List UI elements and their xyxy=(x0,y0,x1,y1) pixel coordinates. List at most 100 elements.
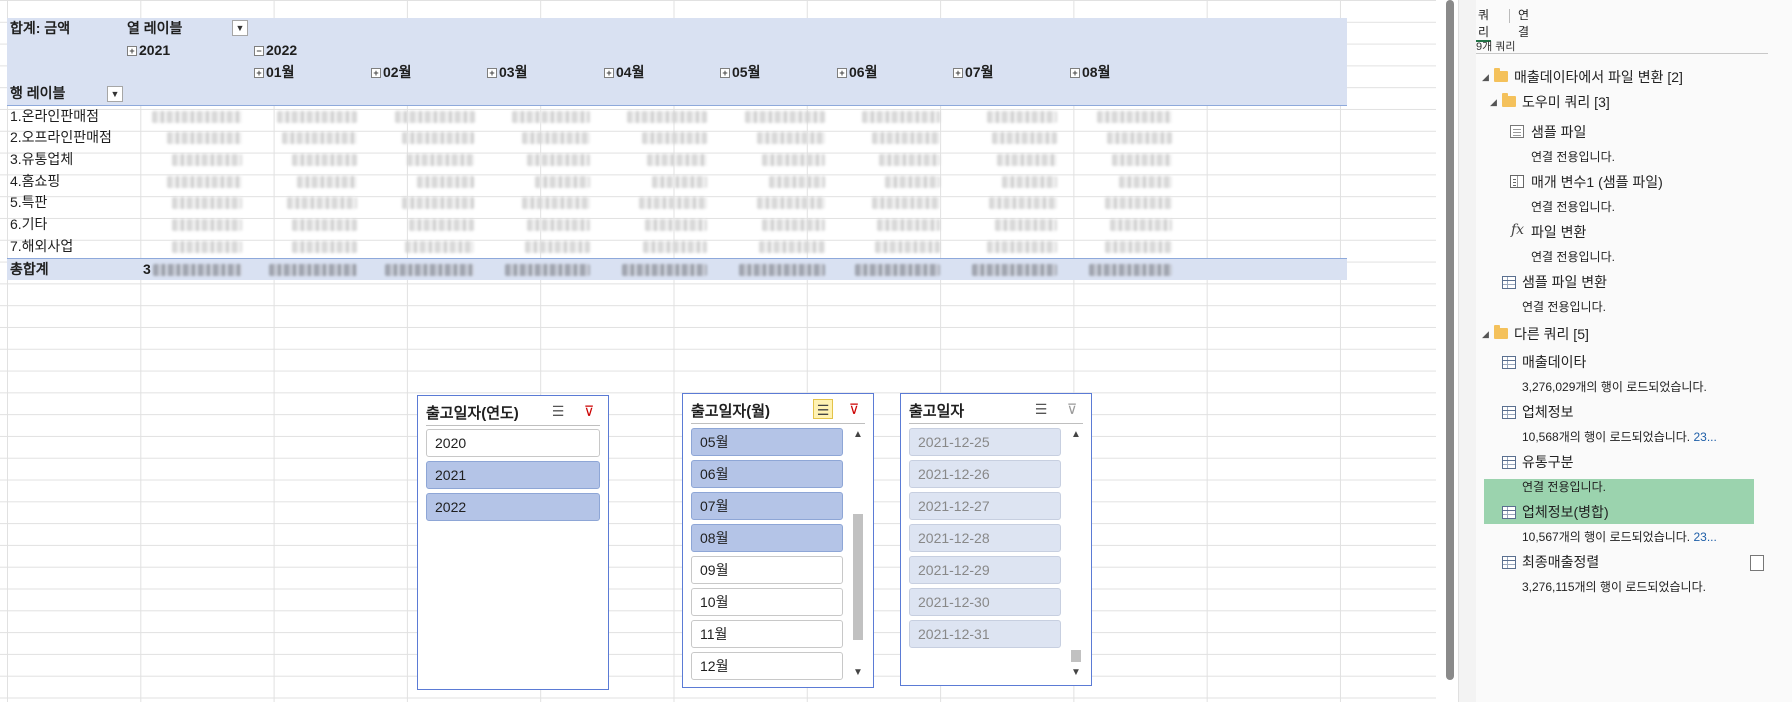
month-header[interactable]: +05월 xyxy=(720,62,760,84)
month-header[interactable]: +04월 xyxy=(604,62,644,84)
clear-filter-icon[interactable]: ⊽ xyxy=(1062,399,1082,419)
table-icon xyxy=(1502,406,1516,419)
slicer-item[interactable]: 2022 xyxy=(426,493,600,521)
slicer-item[interactable]: 2020 xyxy=(426,429,600,457)
row-filter-icon[interactable]: ▼ xyxy=(107,86,123,103)
table-row[interactable]: 3.유통업체 xyxy=(7,149,1347,171)
query-title[interactable]: 샘플 파일 변환 xyxy=(1522,272,1607,292)
slicer-item[interactable]: 08월 xyxy=(691,524,843,552)
month-header[interactable]: +03월 xyxy=(487,62,527,84)
column-filter-icon[interactable]: ▼ xyxy=(232,20,248,36)
expand-icon[interactable]: + xyxy=(837,67,847,78)
query-title[interactable]: 파일 변환 xyxy=(1531,222,1586,242)
expand-icon[interactable]: + xyxy=(371,67,381,78)
query-group-title[interactable]: 매출데이타에서 파일 변환 [2] xyxy=(1514,67,1683,87)
worksheet-grid[interactable]: 합계: 금액 열 레이블 ▼ +2021 −2022 +01월 +02월 +03… xyxy=(0,0,1436,702)
slicer-item[interactable]: 2021-12-31 xyxy=(909,620,1061,648)
column-labels-header: 열 레이블 xyxy=(127,20,183,36)
redacted-value xyxy=(643,240,707,253)
year-2021-header[interactable]: +2021 xyxy=(127,40,170,62)
expand-icon[interactable]: + xyxy=(953,67,963,78)
scroll-thumb[interactable] xyxy=(1071,650,1081,662)
slicer-item[interactable]: 2021-12-29 xyxy=(909,556,1061,584)
slicer-month[interactable]: 출고일자(월) ☰ ⊽ 05월 06월 07월 08월 09월 10월 11월 … xyxy=(682,393,874,688)
query-title[interactable]: 유통구분 xyxy=(1522,452,1574,472)
scroll-thumb[interactable] xyxy=(853,514,863,640)
multi-select-icon[interactable]: ☰ xyxy=(1031,399,1051,419)
slicer-item[interactable]: 2021-12-27 xyxy=(909,492,1061,520)
table-row[interactable]: 2.오프라인판매점 xyxy=(7,127,1347,149)
query-title[interactable]: 최종매출정렬 xyxy=(1522,552,1599,572)
clear-filter-icon[interactable]: ⊽ xyxy=(844,399,864,419)
query-status: 연결 전용입니다. xyxy=(1531,150,1615,164)
scroll-down-icon[interactable]: ▼ xyxy=(851,666,865,680)
month-header[interactable]: +02월 xyxy=(371,62,411,84)
slicer-item[interactable]: 12월 xyxy=(691,652,843,680)
clear-filter-icon[interactable]: ⊽ xyxy=(579,401,599,421)
query-title[interactable]: 업체정보 xyxy=(1522,402,1574,422)
slicer-year[interactable]: 출고일자(연도) ☰ ⊽ 2020 2021 2022 xyxy=(417,395,609,690)
scroll-up-icon[interactable]: ▲ xyxy=(851,428,865,442)
collapse-arrow-icon[interactable]: ◢ xyxy=(1490,97,1497,108)
slicer-item[interactable]: 2021-12-28 xyxy=(909,524,1061,552)
slicer-item[interactable]: 2021-12-25 xyxy=(909,428,1061,456)
table-row[interactable]: 4.홈쇼핑 xyxy=(7,171,1347,193)
slicer-item[interactable]: 05월 xyxy=(691,428,843,456)
query-title[interactable]: 매출데이타 xyxy=(1522,352,1586,372)
multi-select-icon[interactable]: ☰ xyxy=(548,401,568,421)
expand-icon[interactable]: + xyxy=(487,67,497,78)
expand-icon[interactable]: + xyxy=(127,45,137,56)
status-text: 10,568개의 행이 로드되었습니다. xyxy=(1522,430,1691,444)
slicer-item[interactable]: 06월 xyxy=(691,460,843,488)
query-status: 연결 전용입니다. xyxy=(1531,200,1615,214)
slicer-item[interactable]: 09월 xyxy=(691,556,843,584)
slicer-scrollbar[interactable]: ▲ ▼ xyxy=(1069,428,1083,680)
month-header[interactable]: +06월 xyxy=(837,62,877,84)
redacted-value xyxy=(992,131,1057,144)
scroll-up-icon[interactable]: ▲ xyxy=(1069,428,1083,442)
slicer-item[interactable]: 2021-12-30 xyxy=(909,588,1061,616)
expand-icon[interactable]: + xyxy=(604,67,614,78)
collapse-icon[interactable]: − xyxy=(254,45,264,56)
collapse-arrow-icon[interactable]: ◢ xyxy=(1482,72,1489,83)
slicer-item[interactable]: 07월 xyxy=(691,492,843,520)
query-group-title[interactable]: 도우미 쿼리 [3] xyxy=(1522,92,1610,112)
month-header[interactable]: +08월 xyxy=(1070,62,1110,84)
query-status: 10,567개의 행이 로드되었습니다. 23... xyxy=(1522,528,1717,545)
slicer-item[interactable]: 10월 xyxy=(691,588,843,616)
slicer-scrollbar[interactable]: ▲ ▼ xyxy=(851,428,865,680)
table-row[interactable]: 7.해외사업 xyxy=(7,236,1347,258)
month-header[interactable]: +01월 xyxy=(254,62,294,84)
scroll-down-icon[interactable]: ▼ xyxy=(1069,666,1083,680)
expand-icon[interactable]: + xyxy=(254,67,264,78)
year-2022-header[interactable]: −2022 xyxy=(254,40,297,62)
table-row[interactable]: 5.특판 xyxy=(7,192,1347,214)
grand-total-row[interactable]: 총합계 3 xyxy=(7,257,1347,280)
slicer-item[interactable]: 11월 xyxy=(691,620,843,648)
query-group-title[interactable]: 다른 쿼리 [5] xyxy=(1514,324,1589,344)
expand-icon[interactable]: + xyxy=(720,67,730,78)
slicer-item[interactable]: 2021-12-26 xyxy=(909,460,1061,488)
tab-queries[interactable]: 쿼리 xyxy=(1476,6,1492,42)
expand-icon[interactable]: + xyxy=(1070,67,1080,78)
query-title[interactable]: 매개 변수1 (샘플 파일) xyxy=(1531,172,1663,192)
redacted-value xyxy=(739,263,825,276)
pane-splitter[interactable] xyxy=(1458,0,1476,702)
slicer-item[interactable]: 2021 xyxy=(426,461,600,489)
table-row[interactable]: 1.온라인판매점 xyxy=(7,105,1347,127)
query-title[interactable]: 업체정보(병합) xyxy=(1522,502,1609,522)
month-label: 07월 xyxy=(965,63,994,80)
slicer-date[interactable]: 출고일자 ☰ ⊽ 2021-12-25 2021-12-26 2021-12-2… xyxy=(900,393,1092,686)
tab-connections[interactable]: 연결 xyxy=(1516,6,1531,40)
redacted-value xyxy=(395,111,475,124)
pivot-header-row-1: 합계: 금액 열 레이블 ▼ xyxy=(7,18,1347,40)
month-header[interactable]: +07월 xyxy=(953,62,993,84)
table-row[interactable]: 6.기타 xyxy=(7,214,1347,236)
sheet-vertical-scrollbar[interactable] xyxy=(1446,0,1454,680)
multi-select-icon[interactable]: ☰ xyxy=(813,399,833,419)
query-title[interactable]: 샘플 파일 xyxy=(1531,122,1586,142)
redacted-value xyxy=(277,111,357,124)
document-icon[interactable] xyxy=(1750,555,1764,571)
collapse-arrow-icon[interactable]: ◢ xyxy=(1482,329,1489,340)
redacted-value xyxy=(172,153,242,166)
